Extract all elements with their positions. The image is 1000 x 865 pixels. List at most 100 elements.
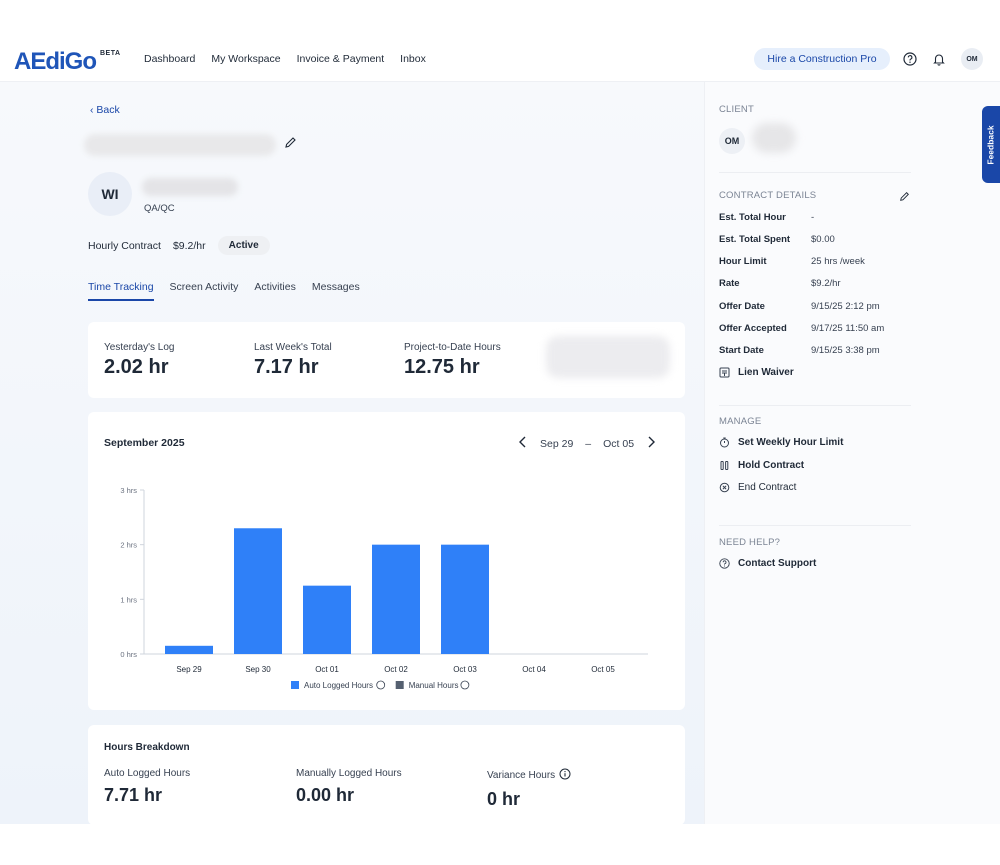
stat-label: Project-to-Date Hours [404,342,501,353]
end-contract-button[interactable]: End Contract [719,482,796,493]
legend-label: Manual Hours [409,681,459,690]
stat-value: 2.02 hr [104,356,169,378]
y-tick-label: 2 hrs [120,541,137,550]
detail-row: Hour Limit 25 hrs /week [719,256,865,267]
detail-value: 25 hrs /week [811,256,865,267]
x-tick-label: Oct 01 [315,665,339,674]
detail-row: Offer Accepted 9/17/25 11:50 am [719,323,884,334]
set-weekly-hour-limit-button[interactable]: Set Weekly Hour Limit [719,437,843,448]
stat-yesterday: Yesterday's Log 2.02 hr [104,342,174,379]
tab-screen-activity[interactable]: Screen Activity [170,281,239,301]
user-avatar[interactable]: OM [961,48,983,70]
breakdown-manual: Manually Logged Hours 0.00 hr [296,768,402,806]
divider [719,405,911,406]
timer-icon [719,437,730,448]
bar-auto-logged [441,544,489,654]
detail-key: Offer Date [719,301,765,312]
tab-time-tracking[interactable]: Time Tracking [88,281,154,301]
pause-icon [719,460,730,471]
stat-label: Yesterday's Log [104,342,175,353]
breakdown-variance: Variance Hours 0 hr [487,768,571,810]
manage-section-label: MANAGE [719,416,762,427]
contract-details-label: CONTRACT DETAILS [719,190,817,201]
breakdown-value: 7.71 hr [104,785,163,805]
detail-value: - [811,212,815,223]
bell-icon[interactable] [931,51,947,67]
y-tick-label: 3 hrs [120,486,137,495]
detail-row: Est. Total Spent $0.00 [719,234,835,245]
breakdown-title: Hours Breakdown [104,742,190,753]
breakdown-auto: Auto Logged Hours 7.71 hr [104,768,190,806]
redacted-stat [546,336,670,378]
breakdown-value: 0.00 hr [296,785,355,805]
info-icon [376,680,386,690]
hours-summary-card: Yesterday's Log 2.02 hr Last Week's Tota… [88,322,685,398]
x-tick-label: Sep 29 [176,665,202,674]
bar-auto-logged [303,585,351,654]
bar-auto-logged [372,544,420,654]
lien-waiver-link[interactable]: Lien Waiver [719,367,794,378]
breakdown-label: Manually Logged Hours [296,768,402,779]
tab-messages[interactable]: Messages [312,281,360,301]
redacted-contract-title [84,134,276,156]
feedback-tab[interactable]: Feedback [982,106,1000,183]
x-tick-label: Oct 03 [453,665,477,674]
bar-auto-logged [165,645,213,654]
edit-pencil-icon[interactable] [284,136,297,154]
detail-key: Est. Total Spent [719,234,791,245]
detail-value: 9/15/25 3:38 pm [811,345,880,356]
contact-support-label: Contact Support [738,558,817,569]
nav-invoice-payment[interactable]: Invoice & Payment [297,53,385,65]
breakdown-label-row: Variance Hours [487,768,571,783]
detail-key: Hour Limit [719,256,767,267]
stat-last-week: Last Week's Total 7.17 hr [254,342,332,379]
back-link[interactable]: ‹ Back [90,104,120,116]
contact-support-link[interactable]: Contact Support [719,558,816,569]
document-icon [719,367,730,378]
detail-value: 9/17/25 11:50 am [811,323,885,334]
detail-value: 9/15/25 2:12 pm [811,301,880,312]
contract-summary: Hourly Contract $9.2/hr Active [88,236,270,255]
detail-key: Rate [719,278,740,289]
x-tick-label: Oct 02 [384,665,408,674]
detail-row: Start Date 9/15/25 3:38 pm [719,345,880,356]
app-logo[interactable]: AEdiGo BETA [14,48,121,76]
hold-contract-label: Hold Contract [738,460,805,471]
contract-rate: $9.2/hr [172,239,206,252]
help-icon[interactable] [902,51,918,67]
top-navbar: AEdiGo BETA Dashboard My Workspace Invoic… [0,36,1000,82]
detail-row: Rate $9.2/hr [719,278,841,289]
end-contract-label: End Contract [738,482,797,493]
hold-contract-button[interactable]: Hold Contract [719,460,804,471]
feedback-label: Feedback [986,124,996,165]
y-tick-label: 0 hrs [120,650,137,659]
x-tick-label: Oct 04 [522,665,546,674]
divider [719,525,911,526]
hours-breakdown-card: Hours Breakdown Auto Logged Hours 7.71 h… [88,725,685,825]
nav-dashboard[interactable]: Dashboard [144,53,195,65]
nav-inbox[interactable]: Inbox [400,53,426,65]
detail-value: $0.00 [811,234,835,245]
tab-activities[interactable]: Activities [254,281,295,301]
detail-row: Est. Total Hour - [719,212,814,223]
logo-text: AEdiGo [14,48,97,75]
x-tick-label: Sep 30 [245,665,271,674]
edit-pencil-icon[interactable] [899,189,910,207]
close-circle-icon [719,482,730,493]
legend-label: Auto Logged Hours [304,681,373,690]
main-nav: Dashboard My Workspace Invoice & Payment… [144,53,426,65]
contract-type: Hourly Contract [88,239,161,252]
breakdown-value: 0 hr [487,789,521,809]
detail-value: $9.2/hr [811,278,841,289]
help-section-label: NEED HELP? [719,537,781,548]
set-weekly-hour-limit-label: Set Weekly Hour Limit [738,437,844,448]
beta-badge: BETA [100,50,121,57]
lien-waiver-label: Lien Waiver [738,367,794,378]
client-section-label: CLIENT [719,104,754,115]
breakdown-label: Variance Hours [487,770,556,781]
info-icon[interactable] [559,768,571,783]
hire-construction-pro-button[interactable]: Hire a Construction Pro [754,48,890,70]
detail-key: Start Date [719,345,764,356]
help-circle-icon [719,558,730,569]
nav-my-workspace[interactable]: My Workspace [211,53,280,65]
